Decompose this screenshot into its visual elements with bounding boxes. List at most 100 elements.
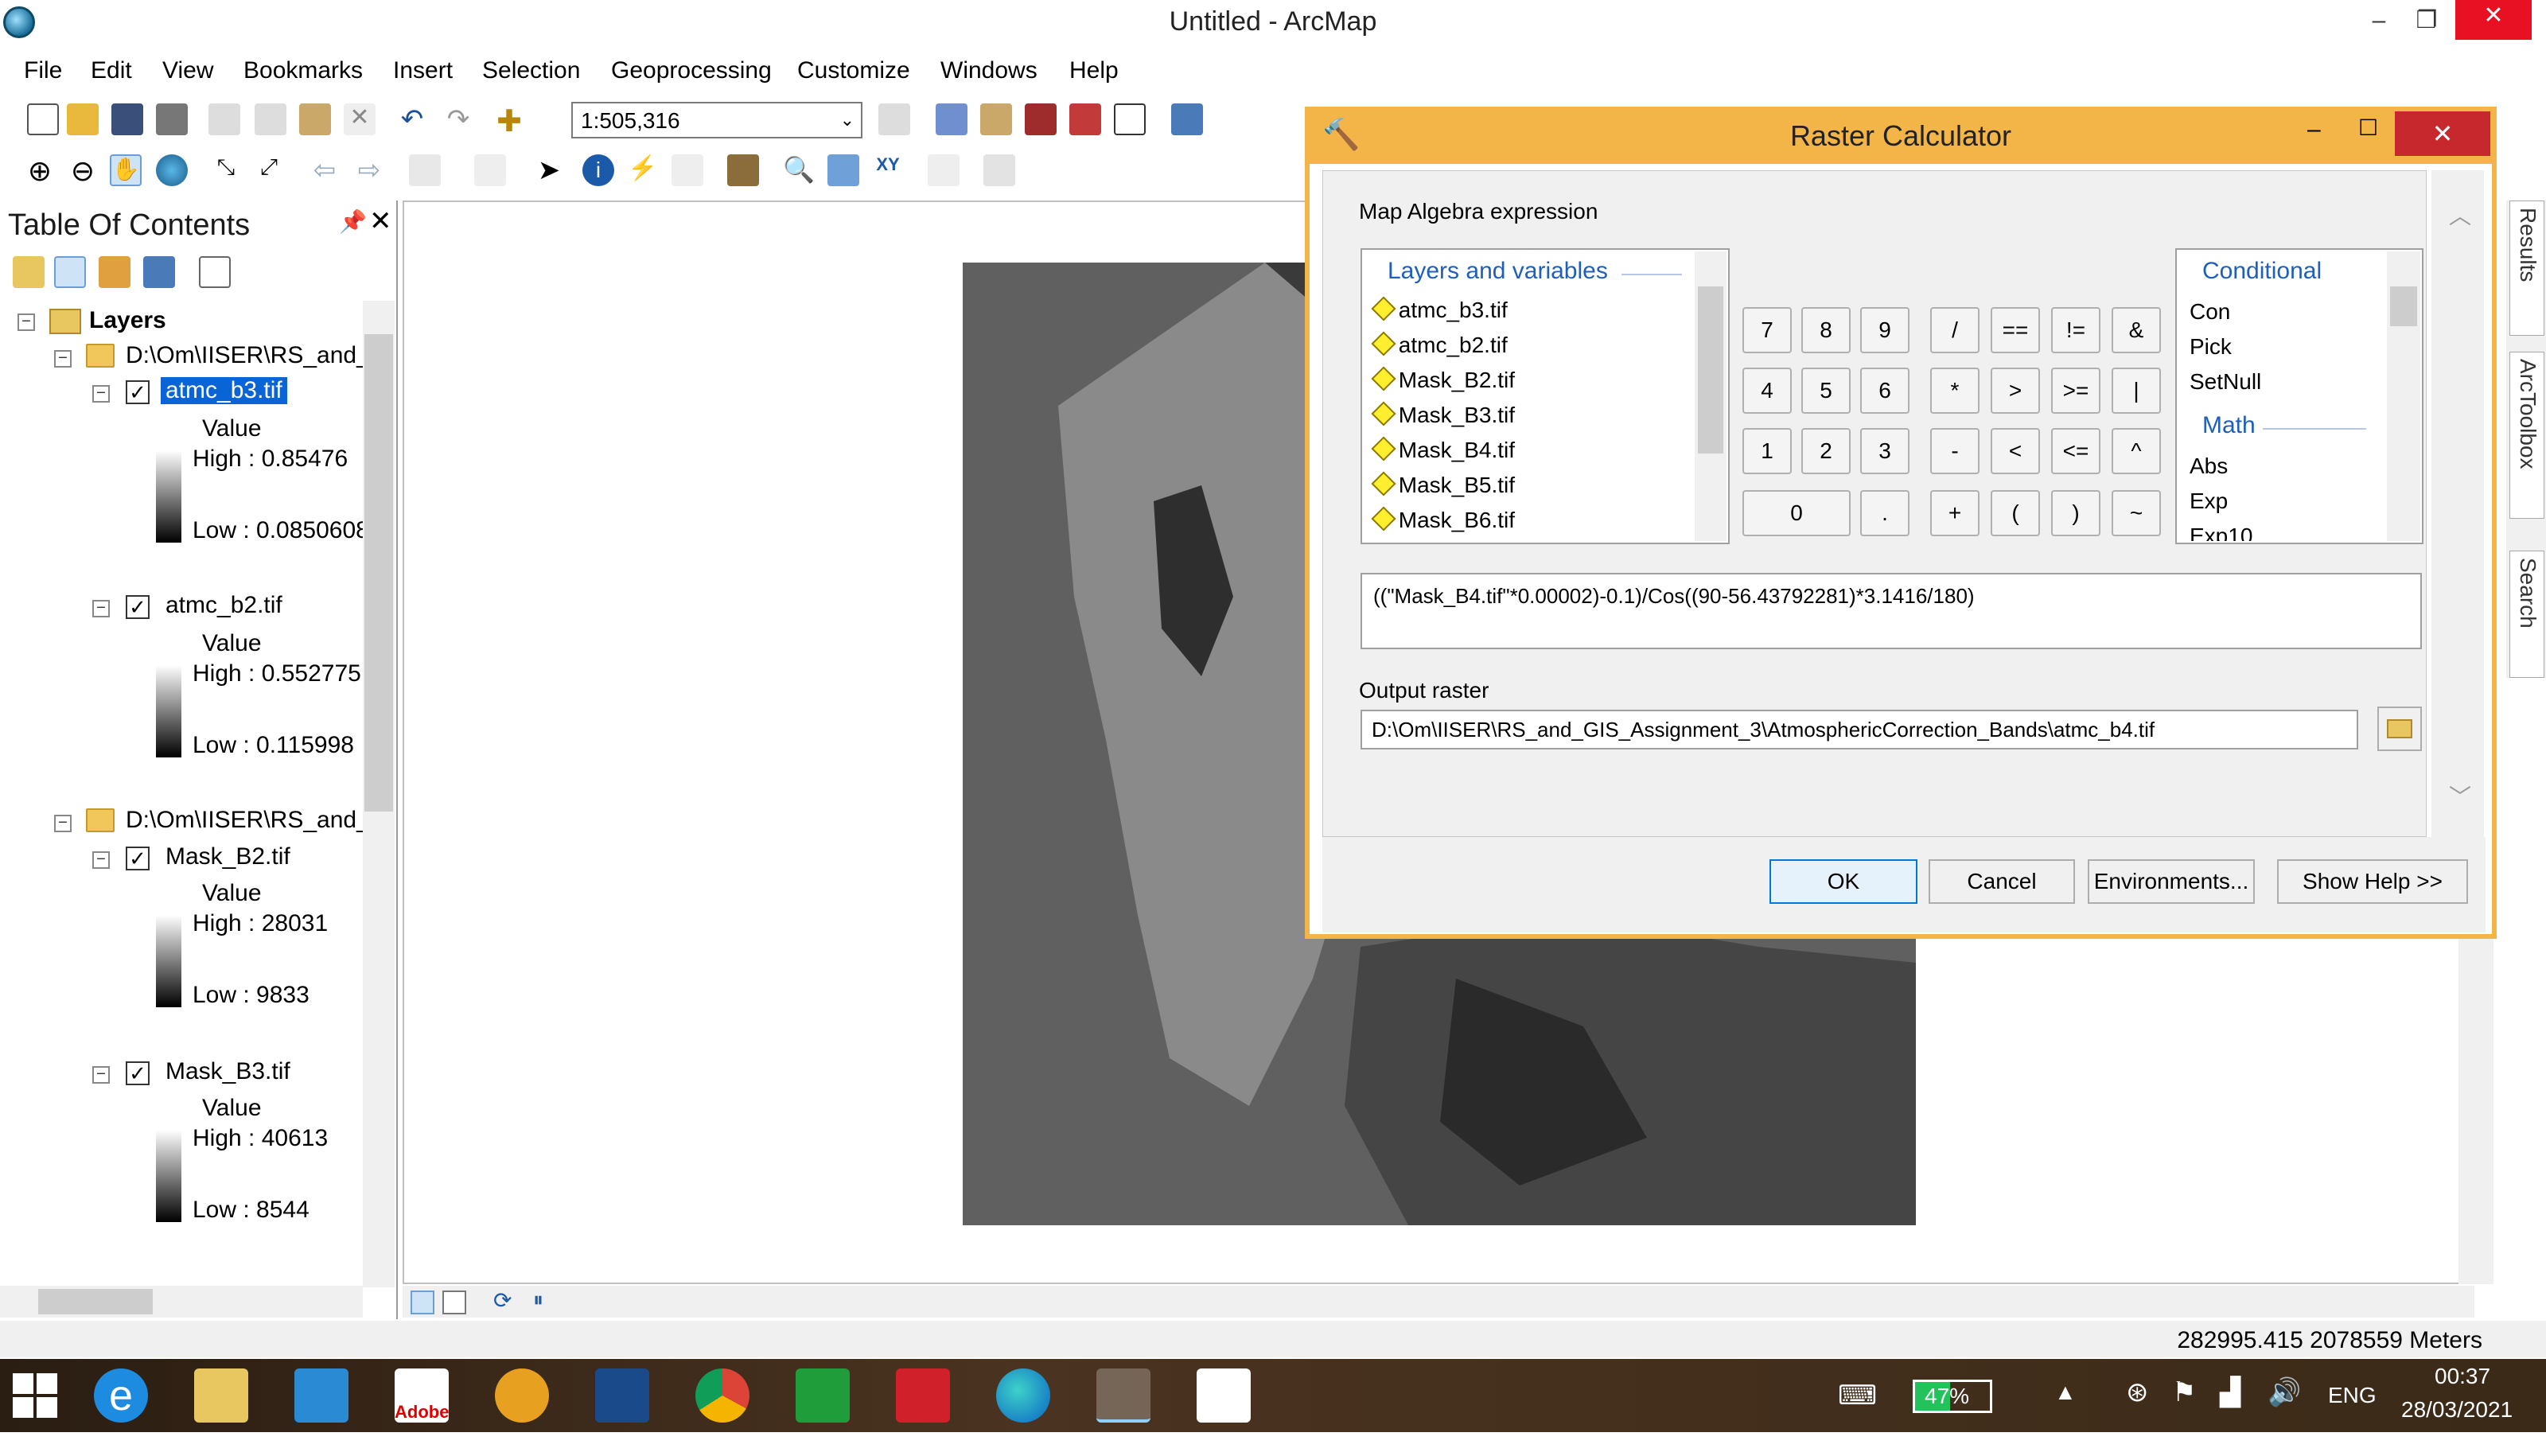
key-not[interactable]: ~ [2112,490,2161,536]
key-greater-equal[interactable]: >= [2051,368,2100,414]
show-hidden-icons-icon[interactable]: ▲ [2054,1380,2077,1405]
time-slider-icon[interactable] [928,154,960,186]
full-extent-icon[interactable] [156,154,188,186]
menu-selection[interactable]: Selection [482,57,580,84]
key-2[interactable]: 2 [1801,428,1851,474]
catalog-icon[interactable] [980,103,1012,135]
key-6[interactable]: 6 [1860,368,1910,414]
layer-list-item[interactable]: Mask_B6.tif [1371,506,1515,533]
function-item-pick[interactable]: Pick [2190,334,2232,360]
layer-visibility-checkbox[interactable]: ✓ [126,380,150,404]
clock-time[interactable]: 00:37 [2435,1364,2490,1389]
function-item-abs[interactable]: Abs [2190,454,2228,479]
collapse-layers-icon[interactable]: − [18,313,35,331]
key-decimal[interactable]: . [1860,490,1910,536]
redo-icon[interactable]: ↷ [442,103,474,135]
flag-alert-icon[interactable]: ⚑ [2172,1376,2196,1408]
menu-insert[interactable]: Insert [393,57,453,84]
layer-visibility-checkbox[interactable]: ✓ [126,1061,150,1085]
hyperlink-icon[interactable]: ⚡ [627,154,659,186]
menu-geoprocessing[interactable]: Geoprocessing [611,57,772,84]
show-help-button[interactable]: Show Help >> [2277,859,2468,904]
save-icon[interactable] [111,103,143,135]
mail-icon[interactable] [294,1368,348,1423]
key-7[interactable]: 7 [1742,307,1792,353]
layer-name[interactable]: atmc_b2.tif [165,592,282,619]
key-1[interactable]: 1 [1742,428,1792,474]
layer-list-item[interactable]: Mask_B3.tif [1371,401,1515,428]
keyboard-icon[interactable]: ⌨ [1838,1380,1877,1411]
collapse-group-icon[interactable]: − [54,350,72,368]
editor-icon[interactable] [878,103,910,135]
dialog-minimize-button[interactable]: – [2307,116,2321,143]
arcmap-taskbar-icon[interactable] [1096,1368,1150,1423]
scroll-down-icon[interactable]: ﹀ [2449,780,2471,812]
key-less-equal[interactable]: <= [2051,428,2100,474]
layer-visibility-checkbox[interactable]: ✓ [126,595,150,619]
output-raster-input[interactable]: D:\Om\IISER\RS_and_GIS_Assignment_3\Atmo… [1361,710,2358,749]
key-open-paren[interactable]: ( [1991,490,2040,536]
key-greater[interactable]: > [1991,368,2040,414]
forward-extent-icon[interactable]: ⇨ [353,154,385,186]
menu-view[interactable]: View [162,57,213,84]
edge-icon[interactable] [996,1368,1050,1423]
identify-icon[interactable]: i [582,154,614,186]
collapse-layer-icon[interactable]: − [92,851,110,869]
expression-textbox[interactable]: (("Mask_B4.tif"*0.00002)-0.1)/Cos((90-56… [1361,573,2422,649]
function-item-setnull[interactable]: SetNull [2190,369,2261,395]
key-plus[interactable]: + [1930,490,1980,536]
3d-box-icon[interactable] [896,1368,950,1423]
python-window-icon[interactable] [1114,103,1146,135]
cut-icon[interactable] [208,103,240,135]
dialog-maximize-button[interactable]: ☐ [2358,115,2378,141]
file-explorer-icon[interactable] [194,1368,248,1423]
key-close-paren[interactable]: ) [2051,490,2100,536]
list-by-selection-icon[interactable] [143,256,175,288]
key-and[interactable]: & [2112,307,2161,353]
toc-scroll-thumb[interactable] [364,334,393,812]
volume-icon[interactable]: 🔊 [2268,1376,2301,1408]
internet-explorer-icon[interactable]: e [94,1368,148,1423]
key-xor[interactable]: ^ [2112,428,2161,474]
layer-list-item[interactable]: atmc_b3.tif [1371,296,1508,323]
function-item-exp[interactable]: Exp [2190,489,2228,514]
map-vertical-scrollbar[interactable] [2458,891,2493,1284]
function-item-con[interactable]: Con [2190,299,2230,325]
open-folder-icon[interactable] [67,103,99,135]
layer-visibility-checkbox[interactable]: ✓ [126,847,150,870]
restore-button[interactable]: ❐ [2403,5,2451,37]
data-view-icon[interactable] [411,1291,434,1314]
copy-icon[interactable] [255,103,286,135]
key-or[interactable]: | [2112,368,2161,414]
function-item-exp10[interactable]: Exp10 [2190,524,2252,541]
collapse-layer-icon[interactable]: − [92,385,110,403]
key-4[interactable]: 4 [1742,368,1792,414]
adobe-icon[interactable]: Adobe [395,1368,449,1423]
collapse-layer-icon[interactable]: − [92,600,110,617]
menu-customize[interactable]: Customize [797,57,910,84]
key-multiply[interactable]: * [1930,368,1980,414]
layers-root[interactable]: Layers [89,307,166,334]
pause-drawing-icon[interactable]: ⏸ [533,1287,543,1313]
key-8[interactable]: 8 [1801,307,1851,353]
table-icon[interactable] [936,103,967,135]
minimize-button[interactable]: – [2355,5,2403,37]
menu-file[interactable]: File [24,57,62,84]
back-extent-icon[interactable]: ⇦ [309,154,341,186]
dialog-vertical-scrollbar[interactable] [2431,170,2484,837]
zoom-out-icon[interactable]: ⊖ [67,154,99,187]
select-features-icon[interactable] [409,154,441,186]
cancel-button[interactable]: Cancel [1929,859,2075,904]
layer-name[interactable]: Mask_B2.tif [165,843,290,870]
battery-indicator[interactable]: 47% [1913,1380,1992,1413]
pin-icon[interactable]: 📌 [339,208,367,235]
modelbuilder-icon[interactable] [1171,103,1203,135]
fixed-zoom-out-icon[interactable]: ⤢ [253,154,285,186]
group-path[interactable]: D:\Om\IISER\RS_and_( [126,342,378,369]
key-minus[interactable]: - [1930,428,1980,474]
collapse-group-icon[interactable]: − [54,815,72,832]
toc-hscroll-thumb[interactable] [38,1289,153,1314]
toc-close-icon[interactable]: ✕ [369,205,392,237]
add-data-icon[interactable]: ✚ [493,103,525,138]
layer-list-item[interactable]: Mask_B2.tif [1371,366,1515,393]
